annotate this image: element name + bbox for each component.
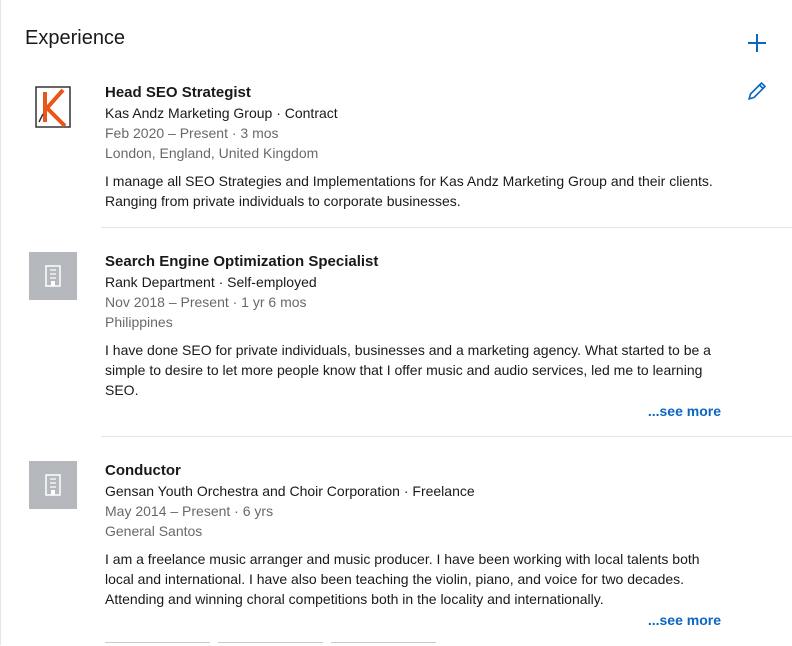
section-left-border	[0, 0, 1, 645]
company-name: Kas Andz Marketing Group · Contract	[105, 105, 338, 121]
job-description: I have done SEO for private individuals,…	[105, 340, 725, 400]
see-more-link[interactable]: ...see more	[648, 401, 721, 421]
pencil-icon	[748, 82, 766, 100]
entry-info: Conductor Gensan Youth Orchestra and Cho…	[105, 461, 725, 609]
company-placeholder-icon	[45, 265, 61, 287]
entry-info: Head SEO Strategist Kas Andz Marketing G…	[105, 83, 725, 211]
add-experience-button[interactable]	[744, 30, 770, 56]
job-location: London, England, United Kingdom	[105, 145, 319, 161]
entry-divider	[101, 227, 792, 228]
employment-dates: May 2014 – Present · 6 yrs	[105, 503, 274, 519]
description-line: Attending and winning choral competition…	[105, 591, 604, 607]
description-line: I have done SEO for private individuals,…	[105, 342, 711, 358]
company-name: Gensan Youth Orchestra and Choir Corpora…	[105, 483, 475, 499]
job-location: General Santos	[105, 523, 203, 539]
kas-andz-logo	[35, 86, 71, 128]
employment-dates: Feb 2020 – Present · 3 mos	[105, 125, 279, 141]
description-line: I am a freelance music arranger and musi…	[105, 551, 700, 567]
company-logo[interactable]	[29, 83, 77, 131]
entry-divider	[101, 436, 792, 437]
job-title[interactable]: Conductor	[105, 461, 725, 481]
job-description: I am a freelance music arranger and musi…	[105, 549, 725, 609]
plus-icon	[748, 34, 766, 52]
job-description: I manage all SEO Strategies and Implemen…	[105, 171, 725, 211]
job-location: Philippines	[105, 314, 173, 330]
media-thumbnail[interactable]	[105, 642, 210, 646]
employment-dates: Nov 2018 – Present · 1 yr 6 mos	[105, 294, 307, 310]
company-placeholder-icon	[45, 474, 61, 496]
entry-info: Search Engine Optimization Specialist Ra…	[105, 252, 725, 400]
description-line: SEO.	[105, 382, 139, 398]
company-logo[interactable]	[29, 461, 77, 509]
section-title: Experience	[25, 27, 126, 49]
company-name: Rank Department · Self-employed	[105, 274, 317, 290]
job-title[interactable]: Head SEO Strategist	[105, 83, 725, 103]
edit-experience-button[interactable]	[744, 78, 770, 104]
company-logo[interactable]	[29, 252, 77, 300]
description-line: simple to desire to let more people know…	[105, 362, 703, 378]
media-thumbnail[interactable]	[218, 642, 323, 646]
description-line: Ranging from private individuals to corp…	[105, 193, 461, 209]
description-line: I manage all SEO Strategies and Implemen…	[105, 173, 713, 189]
job-title[interactable]: Search Engine Optimization Specialist	[105, 252, 725, 272]
see-more-link[interactable]: ...see more	[648, 610, 721, 630]
media-thumbnail[interactable]	[331, 642, 436, 646]
description-line: local and international. I have also bee…	[105, 571, 685, 587]
